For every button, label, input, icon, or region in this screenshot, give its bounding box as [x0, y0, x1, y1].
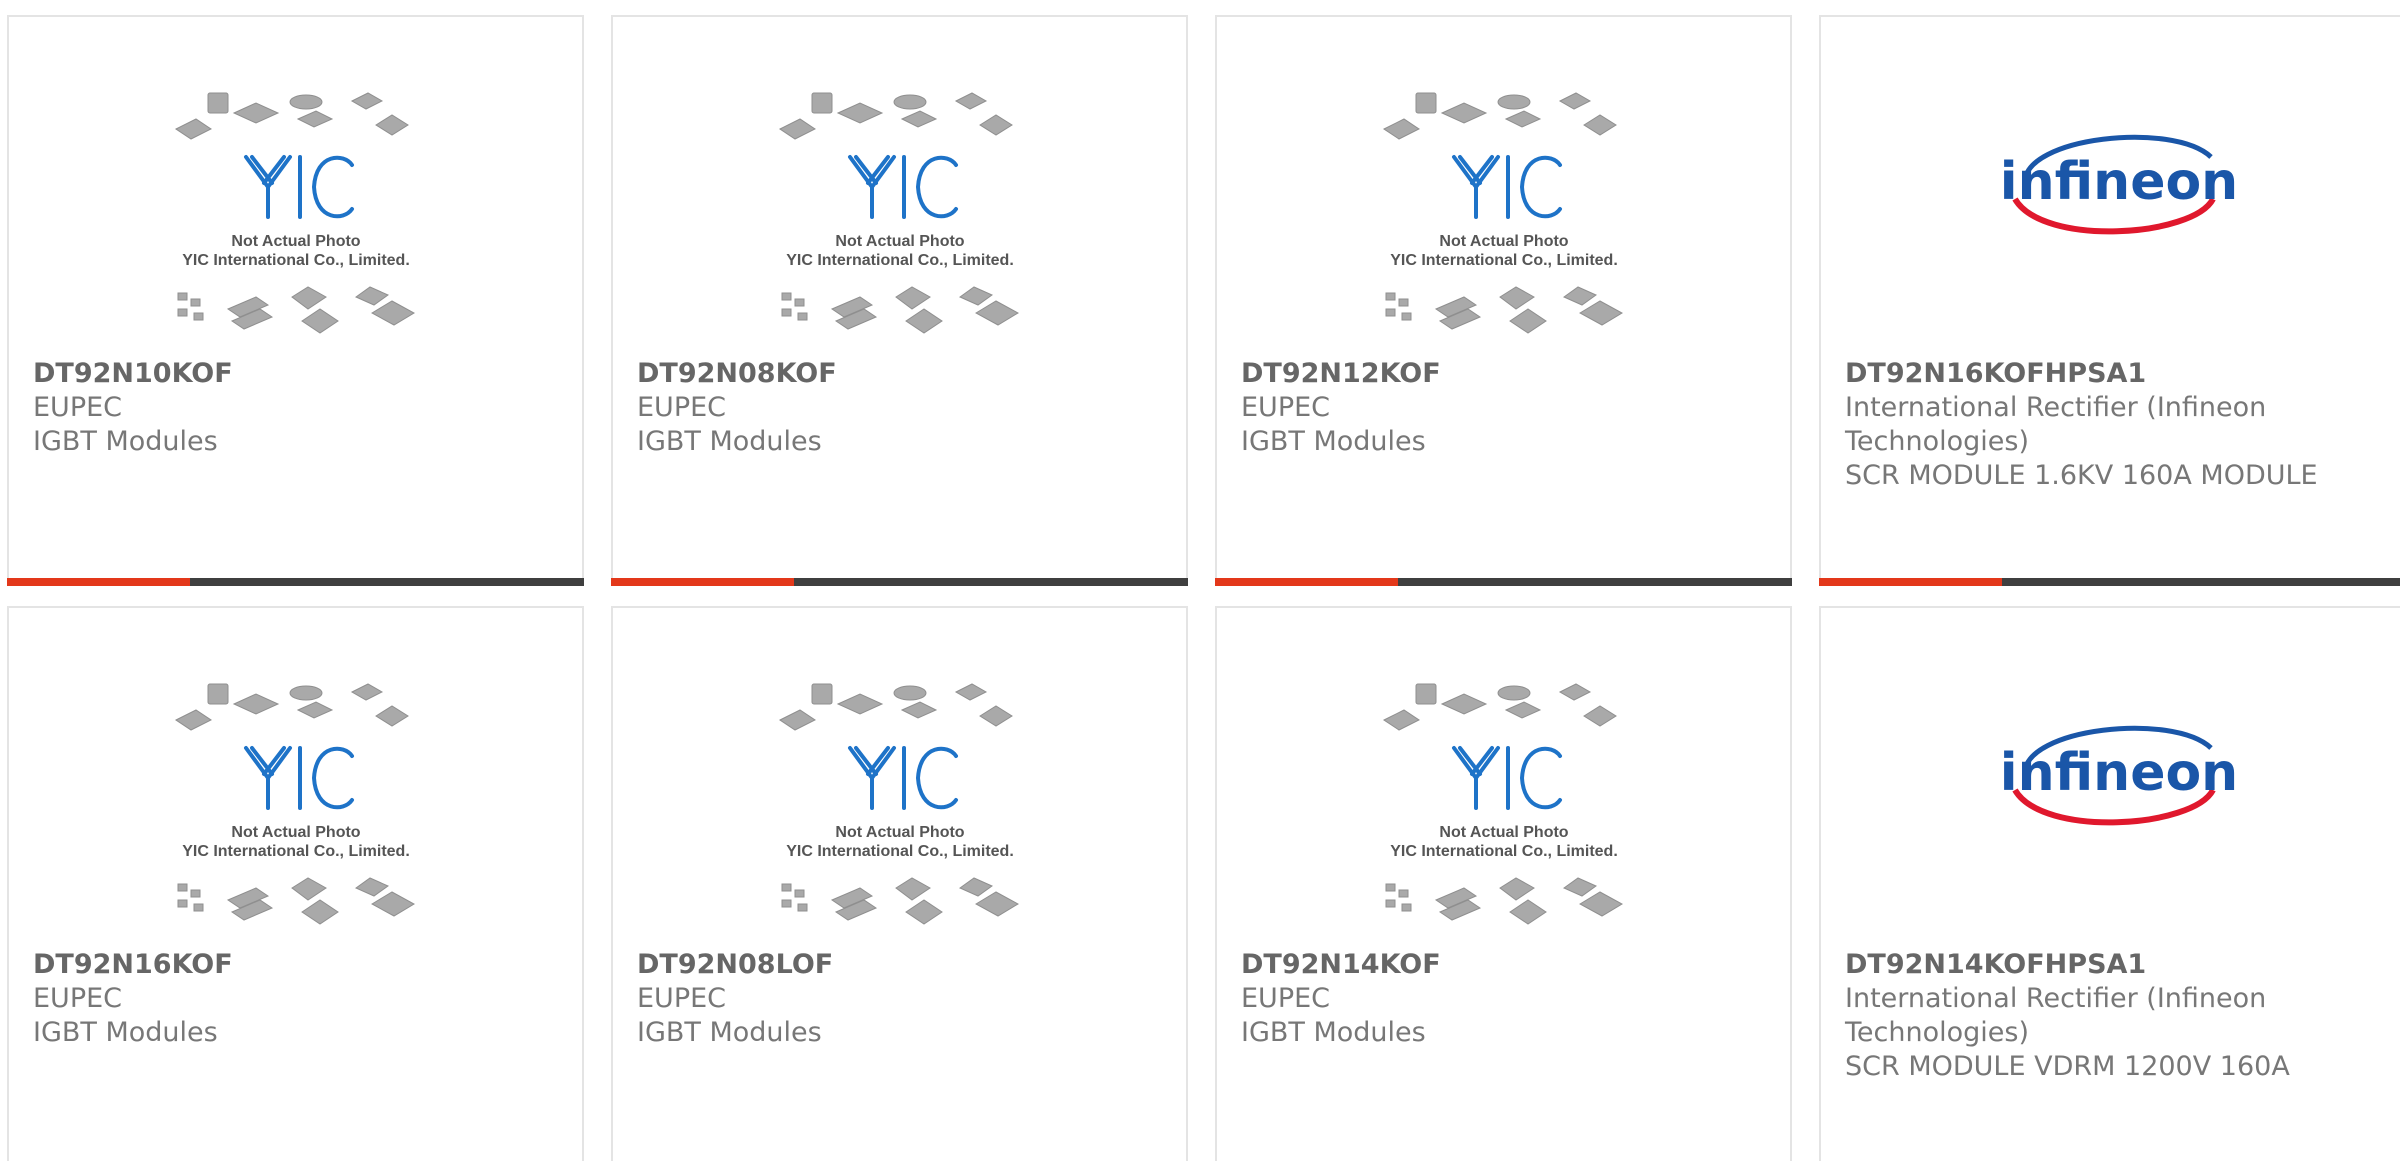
- placeholder-caption-1: Not Actual Photo: [1439, 233, 1568, 250]
- infineon-wordmark: infineon: [1999, 152, 2237, 212]
- part-number-link[interactable]: DT92N16KOF: [33, 948, 552, 982]
- infineon-logo-image: infineon: [1999, 725, 2238, 826]
- product-image[interactable]: Not Actual Photo YIC International Co., …: [1217, 678, 1790, 956]
- description: IGBT Modules: [637, 1017, 822, 1048]
- part-number-link[interactable]: DT92N12KOF: [1241, 357, 1760, 391]
- placeholder-caption-2: YIC International Co., Limited.: [786, 252, 1014, 269]
- manufacturer: EUPEC: [33, 392, 123, 423]
- product-card[interactable]: Not Actual Photo YIC International Co., …: [611, 606, 1188, 1161]
- product-image[interactable]: Not Actual Photo YIC International Co., …: [9, 678, 582, 956]
- product-info: DT92N10KOF EUPEC IGBT Modules: [33, 357, 552, 459]
- card-bottom-bar: [7, 578, 584, 586]
- product-info: DT92N12KOF EUPEC IGBT Modules: [1241, 357, 1760, 459]
- product-info: DT92N14KOF EUPEC IGBT Modules: [1241, 948, 1760, 1050]
- part-number-link[interactable]: DT92N16KOFHPSA1: [1845, 357, 2374, 391]
- placeholder-caption-2: YIC International Co., Limited.: [1390, 843, 1618, 860]
- infineon-logo-image: infineon: [1999, 134, 2238, 235]
- description: IGBT Modules: [637, 426, 822, 457]
- manufacturer: International Rectifier (Infineon Techno…: [1845, 983, 2267, 1048]
- product-card[interactable]: infineon DT92N14KOFHPSA1 International R…: [1819, 606, 2400, 1161]
- card-bottom-bar: [611, 578, 1188, 586]
- product-card[interactable]: infineon DT92N16KOFHPSA1 International R…: [1819, 15, 2400, 586]
- yic-placeholder-image: Not Actual Photo YIC International Co., …: [174, 683, 415, 925]
- description: IGBT Modules: [1241, 426, 1426, 457]
- placeholder-caption-1: Not Actual Photo: [835, 233, 964, 250]
- placeholder-caption-1: Not Actual Photo: [231, 233, 360, 250]
- yic-placeholder-image: Not Actual Photo YIC International Co., …: [174, 92, 415, 334]
- product-card[interactable]: Not Actual Photo YIC International Co., …: [611, 15, 1188, 586]
- manufacturer: EUPEC: [1241, 392, 1331, 423]
- product-image[interactable]: infineon: [1821, 87, 2400, 365]
- description: SCR MODULE VDRM 1200V 160A: [1845, 1051, 2290, 1082]
- product-card[interactable]: Not Actual Photo YIC International Co., …: [1215, 606, 1792, 1161]
- placeholder-caption-2: YIC International Co., Limited.: [182, 843, 410, 860]
- part-number-link[interactable]: DT92N08KOF: [637, 357, 1156, 391]
- product-info: DT92N16KOF EUPEC IGBT Modules: [33, 948, 552, 1050]
- description: IGBT Modules: [1241, 1017, 1426, 1048]
- placeholder-caption-2: YIC International Co., Limited.: [1390, 252, 1618, 269]
- card-bottom-bar: [1215, 578, 1792, 586]
- yic-placeholder-image: Not Actual Photo YIC International Co., …: [1382, 683, 1623, 925]
- product-image[interactable]: Not Actual Photo YIC International Co., …: [1217, 87, 1790, 365]
- manufacturer: EUPEC: [637, 983, 727, 1014]
- product-image[interactable]: infineon: [1821, 678, 2400, 956]
- placeholder-caption-2: YIC International Co., Limited.: [786, 843, 1014, 860]
- description: IGBT Modules: [33, 426, 218, 457]
- manufacturer: EUPEC: [1241, 983, 1331, 1014]
- product-info: DT92N08KOF EUPEC IGBT Modules: [637, 357, 1156, 459]
- part-number-link[interactable]: DT92N14KOFHPSA1: [1845, 948, 2374, 982]
- part-number-link[interactable]: DT92N14KOF: [1241, 948, 1760, 982]
- product-card[interactable]: Not Actual Photo YIC International Co., …: [1215, 15, 1792, 586]
- product-info: DT92N14KOFHPSA1 International Rectifier …: [1845, 948, 2374, 1084]
- part-number-link[interactable]: DT92N10KOF: [33, 357, 552, 391]
- product-info: DT92N08LOF EUPEC IGBT Modules: [637, 948, 1156, 1050]
- product-info: DT92N16KOFHPSA1 International Rectifier …: [1845, 357, 2374, 493]
- product-image[interactable]: Not Actual Photo YIC International Co., …: [613, 87, 1186, 365]
- product-image[interactable]: Not Actual Photo YIC International Co., …: [613, 678, 1186, 956]
- part-number-link[interactable]: DT92N08LOF: [637, 948, 1156, 982]
- product-grid: Not Actual Photo YIC International Co., …: [0, 0, 2400, 1161]
- yic-placeholder-image: Not Actual Photo YIC International Co., …: [1382, 92, 1623, 334]
- card-bottom-bar: [1819, 578, 2400, 586]
- description: IGBT Modules: [33, 1017, 218, 1048]
- manufacturer: EUPEC: [637, 392, 727, 423]
- placeholder-caption-1: Not Actual Photo: [1439, 824, 1568, 841]
- placeholder-caption-2: YIC International Co., Limited.: [182, 252, 410, 269]
- product-card[interactable]: Not Actual Photo YIC International Co., …: [7, 606, 584, 1161]
- yic-placeholder-image: Not Actual Photo YIC International Co., …: [778, 92, 1019, 334]
- infineon-wordmark: infineon: [1999, 743, 2237, 803]
- description: SCR MODULE 1.6KV 160A MODULE: [1845, 460, 2318, 491]
- manufacturer: International Rectifier (Infineon Techno…: [1845, 392, 2267, 457]
- yic-placeholder-image: Not Actual Photo YIC International Co., …: [778, 683, 1019, 925]
- product-card[interactable]: Not Actual Photo YIC International Co., …: [7, 15, 584, 586]
- placeholder-caption-1: Not Actual Photo: [231, 824, 360, 841]
- placeholder-caption-1: Not Actual Photo: [835, 824, 964, 841]
- manufacturer: EUPEC: [33, 983, 123, 1014]
- product-image[interactable]: Not Actual Photo YIC International Co., …: [9, 87, 582, 365]
